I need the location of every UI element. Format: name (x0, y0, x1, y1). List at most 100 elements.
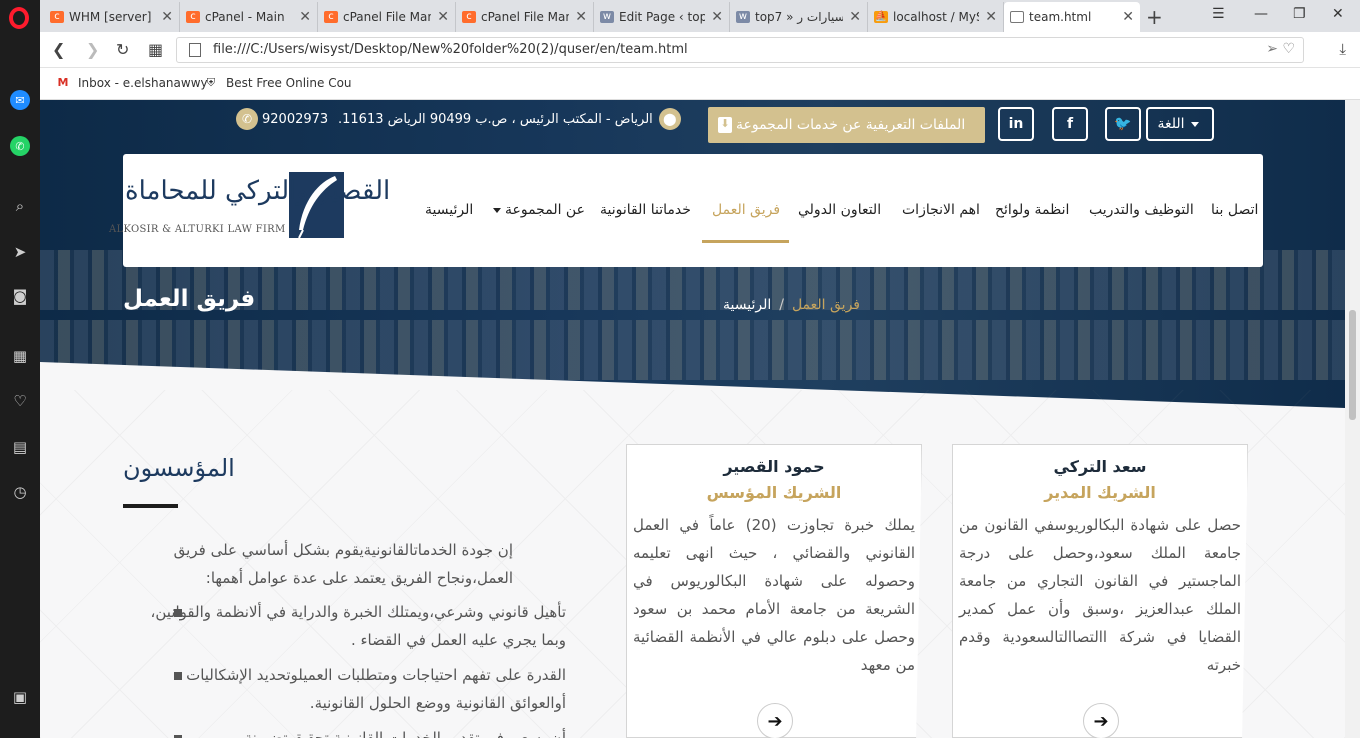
camera-icon[interactable]: ◙ (10, 286, 30, 306)
close-icon[interactable]: ✕ (849, 9, 861, 25)
history-icon[interactable]: ◷ (10, 482, 30, 502)
phone-icon: ✆ (236, 108, 258, 130)
reload-icon[interactable]: ↻ (116, 40, 129, 59)
gmail-icon: M (57, 76, 69, 89)
arrow-right-icon[interactable]: ➔ (757, 703, 793, 738)
close-icon[interactable]: ✕ (575, 9, 587, 25)
opera-logo-icon[interactable] (9, 7, 29, 29)
messenger-icon[interactable]: ✉ (10, 90, 30, 110)
nav-services[interactable]: خدماتنا القانونية (600, 202, 691, 218)
scrollbar-thumb[interactable] (1349, 310, 1356, 420)
language-label: اللغة (1157, 116, 1185, 132)
caret-down-icon (1190, 121, 1199, 127)
breadcrumb-current: فريق العمل (791, 297, 860, 313)
close-icon[interactable]: ✕ (711, 9, 723, 25)
phone-number[interactable]: 92002973 (262, 112, 328, 127)
nav-about-label: عن المجموعة (505, 202, 585, 218)
page-viewport: ✆ 92002973 ⬤ الرياض - المكتب الرئيس ، ص.… (40, 100, 1345, 738)
tab-cpanel-file-2[interactable]: c cPanel File Man ✕ (456, 2, 594, 32)
forward-icon[interactable]: ❯ (86, 40, 99, 59)
tab-menu-icon[interactable]: ☰ (1212, 6, 1225, 22)
sidebar-toggle-icon[interactable]: ▣ (10, 687, 30, 707)
breadcrumb: فريق العمل / الرئيسية (723, 297, 860, 313)
nav-team[interactable]: فريق العمل (712, 202, 780, 218)
member-bio: يملك خبرة تجاوزت (20) عاماً في العمل الق… (633, 516, 915, 674)
team-factors-list: تأهيل قانوني وشرعي،ويمتلك الخبرة والدراي… (140, 598, 570, 738)
grid-icon[interactable]: ▦ (10, 346, 30, 366)
bookmark-inbox[interactable]: M Inbox - e.elshanawwy (56, 76, 208, 90)
heading-underline (123, 504, 178, 508)
twitter-icon[interactable]: 🐦 (1105, 107, 1141, 141)
wordpress-icon: w (600, 11, 614, 23)
heart-icon[interactable]: ♡ (10, 391, 30, 411)
tab-top7[interactable]: w top7 » سيارات ر ✕ (730, 2, 868, 32)
tab-label: cPanel File Man (481, 10, 570, 24)
arrow-right-icon[interactable]: ➔ (1083, 703, 1119, 738)
speed-dial-icon[interactable]: ▦ (148, 40, 163, 59)
tab-phpmyadmin[interactable]: ⛵ localhost / MyS ✕ (868, 2, 1004, 32)
facebook-icon[interactable]: f (1052, 107, 1088, 141)
member-name: حمود القصير (723, 457, 825, 476)
tab-label: cPanel File Man (343, 10, 432, 24)
bookmark-label: Best Free Online Cou (226, 76, 352, 90)
maximize-icon[interactable]: ❐ (1293, 6, 1306, 22)
minimize-icon[interactable]: — (1254, 6, 1268, 22)
nav-international[interactable]: التعاون الدولي (798, 202, 881, 218)
send-icon[interactable]: ➤ (10, 242, 30, 262)
tab-team-html[interactable]: team.html ✕ (1004, 2, 1140, 32)
logo-arabic-text: القصير والتركي للمحاماة (125, 176, 391, 206)
bookmark-courses[interactable]: ⛨ Best Free Online Cou (204, 76, 352, 90)
tab-cpanel-main[interactable]: c cPanel - Main ✕ (180, 2, 318, 32)
tab-cpanel-file-1[interactable]: c cPanel File Man ✕ (318, 2, 456, 32)
founders-heading: المؤسسون (123, 454, 235, 482)
search-icon[interactable]: ⌕ (10, 196, 30, 216)
close-window-icon[interactable]: ✕ (1332, 6, 1344, 22)
language-dropdown[interactable]: اللغة (1146, 107, 1214, 141)
breadcrumb-home-link[interactable]: الرئيسية (723, 297, 771, 313)
profiles-download-button[interactable]: ⬇ الملفات التعريفية عن خدمات المجموعة (708, 107, 985, 143)
firm-logo[interactable]: القصير والتركي للمحاماة ALKOSIR & ALTURK… (109, 172, 390, 242)
founders-intro: إن جودة الخدماتالقانونيةيقوم بشكل أساسي … (173, 541, 513, 587)
close-icon[interactable]: ✕ (299, 9, 311, 25)
close-icon[interactable]: ✕ (1122, 9, 1134, 25)
url-field[interactable]: file:///C:/Users/wisyst/Desktop/New%20fo… (176, 37, 1304, 63)
nav-regulations[interactable]: انظمة ولوائح (995, 202, 1069, 218)
nav-careers[interactable]: التوظيف والتدريب (1089, 202, 1194, 218)
tab-strip: c WHM [server] L ✕ c cPanel - Main ✕ c cPanel… (40, 0, 1360, 32)
new-tab-icon[interactable]: + (1146, 5, 1163, 29)
tab-label: top7 » سيارات ر (755, 10, 844, 24)
nav-home[interactable]: الرئيسية (425, 202, 473, 218)
profiles-button-label: الملفات التعريفية عن خدمات المجموعة (736, 117, 966, 133)
page-scrollbar[interactable] (1345, 100, 1360, 738)
tab-label: WHM [server] L (69, 10, 156, 24)
shield-icon: ⛨ (206, 76, 216, 89)
download-icon[interactable]: ⤓ (1339, 40, 1346, 58)
breadcrumb-separator: / (779, 297, 784, 313)
address-bar: ❮ ❯ ↻ ▦ file:///C:/Users/wisyst/Desktop/… (40, 32, 1360, 68)
close-icon[interactable]: ✕ (437, 9, 449, 25)
tab-edit-page[interactable]: w Edit Page ‹ top7 ✕ (594, 2, 730, 32)
nav-contact[interactable]: اتصل بنا (1211, 202, 1258, 218)
cpanel-icon: c (186, 11, 200, 23)
send-heart-icons[interactable]: ➢ ♡ (1266, 41, 1295, 57)
close-icon[interactable]: ✕ (161, 9, 173, 25)
nav-about-dropdown[interactable]: عن المجموعة (493, 202, 585, 218)
page-title: فريق العمل (123, 286, 256, 312)
tab-label: cPanel - Main (205, 10, 285, 24)
news-icon[interactable]: ▤ (10, 437, 30, 457)
cpanel-icon: c (462, 11, 476, 23)
document-icon (1010, 11, 1024, 23)
close-icon[interactable]: ✕ (985, 9, 997, 25)
tab-label: team.html (1029, 10, 1092, 24)
linkedin-icon[interactable]: in (998, 107, 1034, 141)
whatsapp-icon[interactable]: ✆ (10, 136, 30, 156)
nav-achievements[interactable]: اهم الانجازات (902, 202, 980, 218)
tab-label: Edit Page ‹ top7 (619, 10, 706, 24)
phpmyadmin-icon: ⛵ (874, 11, 888, 23)
back-icon[interactable]: ❮ (52, 40, 65, 59)
caret-down-icon (493, 207, 501, 213)
tab-whm[interactable]: c WHM [server] L ✕ (44, 2, 180, 32)
address-info: ⬤ الرياض - المكتب الرئيس ، ص.ب 90499 الر… (338, 108, 681, 130)
url-text: file:///C:/Users/wisyst/Desktop/New%20fo… (213, 42, 688, 57)
member-name: سعد التركي (1053, 457, 1147, 476)
